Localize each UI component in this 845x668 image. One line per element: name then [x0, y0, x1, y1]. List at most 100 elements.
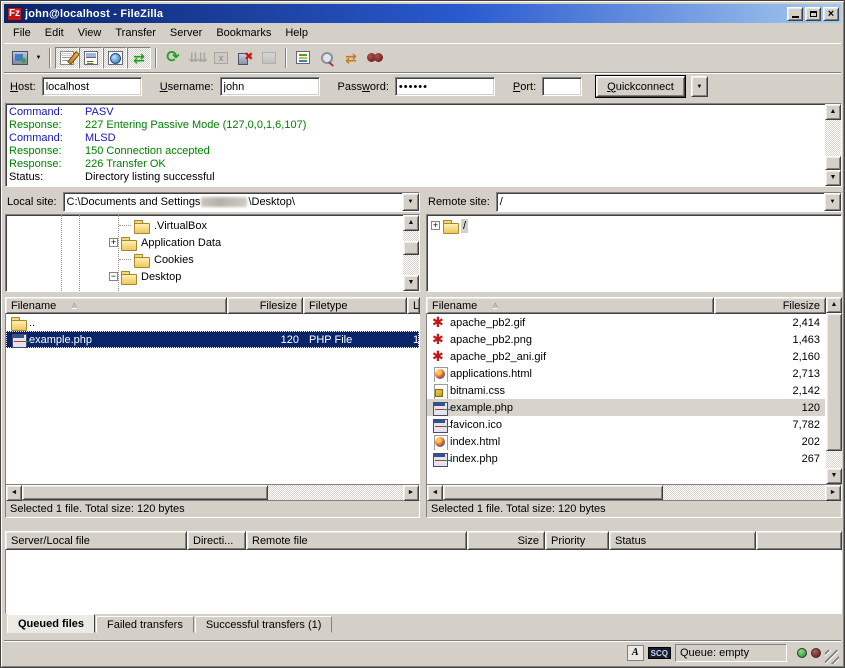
scrollbar-thumb[interactable] [403, 241, 419, 255]
scrollbar-thumb[interactable] [443, 485, 663, 500]
maximize-button[interactable] [805, 7, 821, 21]
remote-horizontal-scrollbar[interactable]: ◄ ► [426, 484, 842, 500]
site-manager-dropdown[interactable]: ▼ [32, 47, 45, 69]
column-header-filetype[interactable]: Filetype [303, 297, 407, 314]
file-row[interactable]: applications.html 2,713 [427, 365, 825, 382]
menu-view[interactable]: View [71, 25, 109, 41]
port-input[interactable] [542, 77, 582, 96]
remote-site-row: Remote site: / ▼ [426, 191, 842, 213]
local-tree-scrollbar[interactable]: ▲ ▼ [403, 215, 419, 291]
scroll-left-icon[interactable]: ◄ [427, 485, 443, 501]
file-row[interactable]: apache_pb2.png 1,463 [427, 331, 825, 348]
column-header-priority[interactable]: Priority [545, 531, 609, 550]
toggle-local-tree-button[interactable] [79, 47, 103, 69]
scroll-up-icon[interactable]: ▲ [403, 215, 419, 231]
toggle-message-log-button[interactable] [55, 47, 79, 69]
file-row-example-php[interactable]: example.php 120 PHP File 1 [6, 331, 419, 348]
tree-item-cookies[interactable]: Cookies [6, 251, 403, 268]
scrollbar-thumb[interactable] [22, 485, 268, 500]
host-input[interactable] [42, 77, 142, 96]
quickconnect-button[interactable]: Quickconnect [596, 76, 685, 97]
quickconnect-dropdown[interactable]: ▼ [691, 76, 708, 97]
minimize-button[interactable] [787, 7, 803, 21]
file-row[interactable]: index.php 267 [427, 450, 825, 467]
site-manager-button[interactable] [8, 47, 32, 69]
remote-site-combobox[interactable]: / ▼ [496, 192, 842, 212]
collapse-minus-icon[interactable]: − [109, 272, 118, 281]
tab-queued-files[interactable]: Queued files [7, 614, 95, 633]
tree-item-root[interactable]: + / [427, 217, 841, 234]
scrollbar-thumb[interactable] [825, 156, 841, 170]
column-header-size[interactable]: Size [467, 531, 545, 550]
find-files-button[interactable] [363, 47, 387, 69]
tab-successful-transfers[interactable]: Successful transfers (1) [195, 616, 333, 633]
tab-failed-transfers[interactable]: Failed transfers [96, 616, 194, 633]
speed-limit-icon[interactable]: SCQ [648, 647, 671, 659]
local-site-combobox[interactable]: C:\Documents and Settings\Desktop\ ▼ [63, 192, 420, 212]
close-button[interactable]: × [823, 7, 839, 21]
file-row[interactable]: bitnami.css 2,142 [427, 382, 825, 399]
file-row[interactable]: apache_pb2_ani.gif 2,160 [427, 348, 825, 365]
toggle-queue-button[interactable]: ⇄ [127, 47, 151, 69]
local-horizontal-scrollbar[interactable]: ◄ ► [5, 484, 420, 500]
combobox-dropdown-icon[interactable]: ▼ [402, 193, 419, 211]
file-row-example-php[interactable]: example.php 120 [427, 399, 825, 416]
expand-plus-icon[interactable]: + [431, 221, 440, 230]
column-header-filesize[interactable]: Filesize [227, 297, 303, 314]
tree-item-desktop[interactable]: − Desktop [6, 268, 403, 285]
column-header-filesize[interactable]: Filesize [714, 297, 826, 314]
expand-plus-icon[interactable]: + [109, 238, 118, 247]
tree-item-virtualbox[interactable]: .VirtualBox [6, 217, 403, 234]
folder-icon [134, 219, 150, 233]
file-row[interactable]: apache_pb2.gif 2,414 [427, 314, 825, 331]
data-type-indicator-icon[interactable]: A [627, 645, 644, 661]
column-header-remote-file[interactable]: Remote file [246, 531, 467, 550]
scroll-right-icon[interactable]: ► [825, 485, 841, 501]
cancel-operation-button[interactable]: x [209, 47, 233, 69]
redacted-username [201, 197, 247, 207]
menu-file[interactable]: File [6, 25, 38, 41]
username-input[interactable] [220, 77, 320, 96]
column-header-filler [756, 531, 842, 550]
column-header-direction[interactable]: Directi... [187, 531, 246, 550]
scroll-up-icon[interactable]: ▲ [826, 297, 842, 313]
folder-icon [121, 270, 137, 284]
scroll-down-icon[interactable]: ▼ [403, 275, 419, 291]
log-scrollbar[interactable]: ▲ ▼ [825, 104, 841, 186]
file-row[interactable]: favicon.ico 7,782 [427, 416, 825, 433]
scroll-right-icon[interactable]: ► [403, 485, 419, 501]
menu-server[interactable]: Server [163, 25, 209, 41]
refresh-button[interactable]: ⟳ [161, 47, 185, 69]
column-header-filename[interactable]: Filename▲ [5, 297, 227, 314]
scrollbar-thumb[interactable] [826, 313, 842, 451]
column-header-last-modified[interactable]: L [407, 297, 420, 314]
process-queue-button[interactable]: ⇊⇊ [185, 47, 209, 69]
scroll-down-icon[interactable]: ▼ [825, 170, 841, 186]
directory-filters-button[interactable] [291, 47, 315, 69]
local-directory-tree: .VirtualBox + Application Data Cookies −… [6, 215, 403, 291]
toggle-remote-tree-button[interactable] [103, 47, 127, 69]
remote-vertical-scrollbar[interactable]: ▲ ▼ [826, 297, 842, 484]
combobox-dropdown-icon[interactable]: ▼ [824, 193, 841, 211]
menu-edit[interactable]: Edit [38, 25, 71, 41]
resize-grip[interactable] [825, 650, 839, 664]
column-header-filename[interactable]: Filename▲ [426, 297, 714, 314]
file-row-parent-dir[interactable]: .. [6, 314, 419, 331]
scroll-down-icon[interactable]: ▼ [826, 468, 842, 484]
scroll-up-icon[interactable]: ▲ [825, 104, 841, 120]
password-input[interactable] [395, 77, 495, 96]
disconnect-button[interactable] [233, 47, 257, 69]
reconnect-button[interactable] [257, 47, 281, 69]
file-row[interactable]: index.html 202 [427, 433, 825, 450]
directory-comparison-button[interactable] [315, 47, 339, 69]
menu-bookmarks[interactable]: Bookmarks [209, 25, 278, 41]
scroll-left-icon[interactable]: ◄ [6, 485, 22, 501]
menu-transfer[interactable]: Transfer [108, 25, 163, 41]
tree-item-application-data[interactable]: + Application Data [6, 234, 403, 251]
local-status-text: Selected 1 file. Total size: 120 bytes [5, 500, 420, 518]
column-header-status[interactable]: Status [609, 531, 756, 550]
php-file-icon [432, 401, 448, 415]
menu-help[interactable]: Help [278, 25, 315, 41]
column-header-server-local-file[interactable]: Server/Local file [5, 531, 187, 550]
synchronized-browsing-button[interactable]: ⇄ [339, 47, 363, 69]
